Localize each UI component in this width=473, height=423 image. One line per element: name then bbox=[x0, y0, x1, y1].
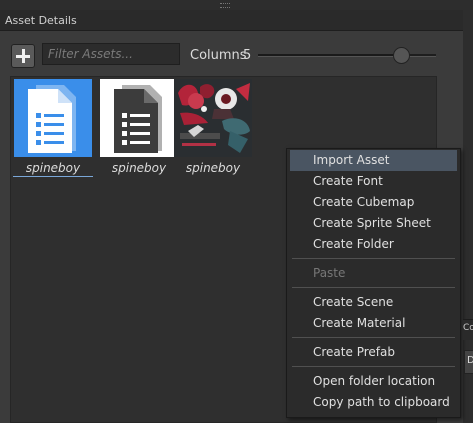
menu-separator bbox=[292, 258, 455, 259]
menu-item-create-font[interactable]: Create Font bbox=[290, 171, 457, 192]
side-panel-tab[interactable]: Co bbox=[463, 323, 473, 333]
menu-item-label: Open folder location bbox=[313, 374, 436, 388]
add-asset-button[interactable] bbox=[11, 44, 35, 68]
asset-name: spineboy bbox=[25, 161, 81, 175]
selection-underline bbox=[13, 176, 93, 177]
top-strip bbox=[0, 0, 473, 10]
menu-separator bbox=[292, 366, 455, 367]
columns-slider-thumb[interactable] bbox=[393, 47, 411, 64]
menu-item-label: Create Material bbox=[313, 316, 406, 330]
menu-item-open-folder-location[interactable]: Open folder location bbox=[290, 371, 457, 392]
menu-item-create-material[interactable]: Create Material bbox=[290, 313, 457, 334]
side-panel-button-label: D bbox=[467, 355, 473, 366]
menu-item-label: Create Font bbox=[313, 174, 383, 188]
menu-item-label: Create Scene bbox=[313, 295, 394, 309]
menu-item-paste[interactable]: Paste bbox=[290, 263, 457, 284]
menu-item-create-prefab[interactable]: Create Prefab bbox=[290, 342, 457, 363]
menu-item-label: Import Asset bbox=[313, 153, 390, 167]
asset-tile[interactable]: spineboy bbox=[173, 77, 253, 177]
drag-grip-icon[interactable] bbox=[220, 3, 230, 8]
menu-separator bbox=[292, 287, 455, 288]
asset-tile[interactable]: spineboy bbox=[13, 77, 93, 177]
document-icon bbox=[100, 79, 178, 157]
asset-name: spineboy bbox=[111, 161, 167, 175]
document-icon bbox=[14, 79, 92, 157]
menu-item-import-asset[interactable]: Import Asset bbox=[290, 150, 457, 171]
menu-item-label: Create Cubemap bbox=[313, 195, 415, 209]
menu-item-create-cubemap[interactable]: Create Cubemap bbox=[290, 192, 457, 213]
menu-item-label: Copy path to clipboard bbox=[313, 395, 450, 409]
menu-separator bbox=[292, 337, 455, 338]
panel-title: Asset Details bbox=[5, 14, 77, 27]
context-menu: Import Asset Create Font Create Cubemap … bbox=[286, 148, 461, 418]
menu-item-label: Paste bbox=[313, 266, 346, 280]
menu-item-label: Create Folder bbox=[313, 237, 394, 251]
sprite-atlas-thumbnail bbox=[174, 79, 252, 157]
columns-slider[interactable] bbox=[258, 47, 436, 64]
asset-name: spineboy bbox=[185, 161, 241, 175]
columns-slider-fill bbox=[258, 54, 401, 56]
asset-tile[interactable]: spineboy bbox=[99, 77, 179, 177]
menu-item-label: Create Sprite Sheet bbox=[313, 216, 431, 230]
columns-value: 5 bbox=[243, 48, 252, 63]
columns-label: Columns bbox=[190, 48, 247, 63]
menu-item-label: Create Prefab bbox=[313, 345, 395, 359]
menu-item-create-folder[interactable]: Create Folder bbox=[290, 234, 457, 255]
menu-item-copy-path[interactable]: Copy path to clipboard bbox=[290, 392, 457, 413]
menu-item-create-sprite-sheet[interactable]: Create Sprite Sheet bbox=[290, 213, 457, 234]
filter-assets-input[interactable] bbox=[42, 43, 180, 65]
menu-item-create-scene[interactable]: Create Scene bbox=[290, 292, 457, 313]
panel-titlebar: Asset Details bbox=[0, 10, 463, 31]
